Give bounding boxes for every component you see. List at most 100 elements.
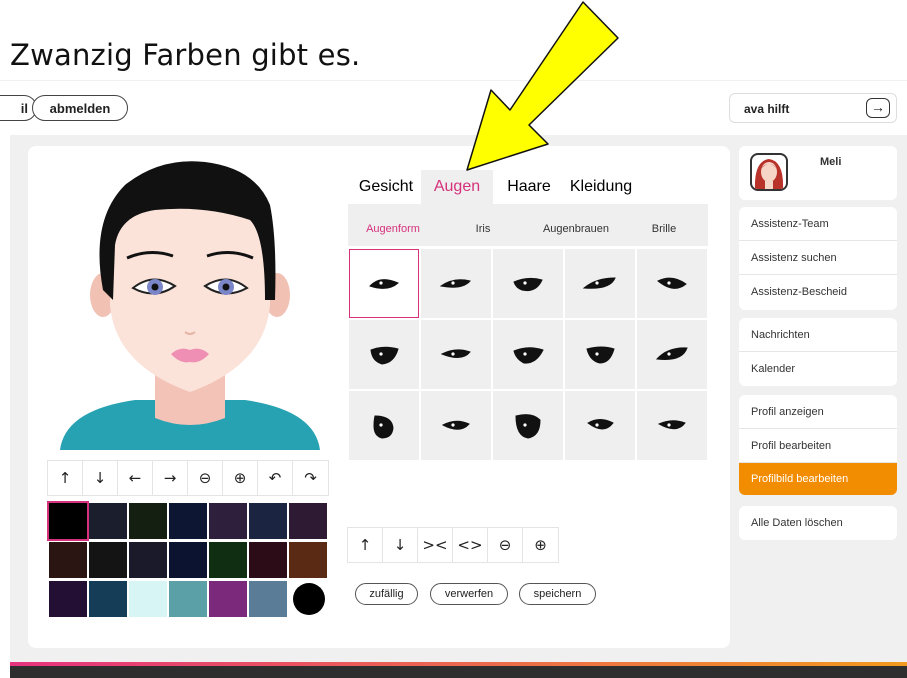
tab-gesicht[interactable]: Gesicht	[357, 170, 415, 204]
color-swatch[interactable]	[293, 583, 325, 615]
arrow-up-icon[interactable]: ↑	[48, 461, 83, 495]
eye-shape-icon	[513, 346, 544, 364]
random-button[interactable]: zufällig	[355, 583, 418, 605]
color-swatch[interactable]	[209, 503, 247, 539]
color-swatch[interactable]	[169, 542, 207, 578]
eye-shape-icon	[515, 413, 541, 439]
sidebar-item-assistenz-bescheid[interactable]: Assistenz-Bescheid	[739, 275, 897, 309]
arrow-right-icon[interactable]: →	[866, 98, 890, 118]
eye-shape-option[interactable]	[421, 249, 491, 318]
eye-shape-option[interactable]	[349, 391, 419, 460]
color-swatch[interactable]	[47, 501, 89, 541]
sidebar-item-alle-daten-loeschen[interactable]: Alle Daten löschen	[739, 506, 897, 540]
help-box[interactable]: ava hilft →	[729, 93, 897, 123]
color-swatch[interactable]	[129, 542, 167, 578]
user-card[interactable]: Meli	[739, 146, 897, 200]
tab-haare[interactable]: Haare	[505, 170, 553, 204]
zoom-out-icon[interactable]: ⊖	[488, 528, 523, 562]
zoom-in-icon[interactable]: ⊕	[223, 461, 258, 495]
eye-shape-option[interactable]	[637, 249, 707, 318]
widen-icon[interactable]: <>	[453, 528, 488, 562]
eye-shape-option[interactable]	[349, 249, 419, 318]
eye-shape-icon	[586, 346, 615, 364]
eye-shape-icon	[441, 420, 470, 430]
eye-shape-icon	[373, 414, 394, 439]
sidebar-item-kalender[interactable]: Kalender	[739, 352, 897, 386]
eye-shape-option[interactable]	[493, 249, 563, 318]
eye-shape-option[interactable]	[565, 391, 635, 460]
color-swatch[interactable]	[249, 581, 287, 617]
eye-shape-option[interactable]	[421, 391, 491, 460]
color-swatch[interactable]	[169, 581, 207, 617]
logout-label: abmelden	[49, 100, 111, 116]
color-swatch[interactable]	[289, 542, 327, 578]
tab-connector	[348, 204, 708, 212]
sidebar-group-communication: Nachrichten Kalender	[739, 318, 897, 386]
color-swatch[interactable]	[129, 503, 167, 539]
eye-shape-icon	[582, 276, 616, 289]
sidebar-item-assistenz-team[interactable]: Assistenz-Team	[739, 207, 897, 241]
undo-icon[interactable]: ↶	[258, 461, 293, 495]
color-swatch[interactable]	[249, 542, 287, 578]
eye-toolbar: ↑ ↓ >< <> ⊖ ⊕	[347, 527, 559, 563]
color-swatch[interactable]	[249, 503, 287, 539]
tab-augen[interactable]: Augen	[421, 170, 493, 204]
arrow-right-icon[interactable]: →	[153, 461, 188, 495]
arrow-down-icon[interactable]: ↓	[383, 528, 418, 562]
save-button[interactable]: speichern	[519, 583, 596, 605]
tab-kleidung[interactable]: Kleidung	[570, 170, 632, 204]
eye-shape-icon	[370, 346, 399, 365]
user-avatar-image	[754, 159, 784, 189]
color-swatch[interactable]	[209, 581, 247, 617]
color-swatch[interactable]	[49, 542, 87, 578]
color-swatch[interactable]	[129, 581, 167, 617]
arrow-left-icon[interactable]: ←	[118, 461, 153, 495]
subtab-iris[interactable]: Iris	[463, 212, 503, 246]
zoom-out-icon[interactable]: ⊖	[188, 461, 223, 495]
eye-shape-icon	[657, 419, 686, 429]
color-swatch[interactable]	[49, 581, 87, 617]
screen: { "caption": "Zwanzig Farben gibt es.", …	[0, 0, 907, 678]
eye-shape-option[interactable]	[565, 249, 635, 318]
sidebar-group-data: Alle Daten löschen	[739, 506, 897, 540]
sidebar-item-nachrichten[interactable]: Nachrichten	[739, 318, 897, 352]
annotation-arrow-icon	[466, 1, 619, 171]
subcategory-tabs: Augenform Iris Augenbrauen Brille	[348, 212, 708, 246]
color-swatch[interactable]	[89, 581, 127, 617]
eye-shape-option[interactable]	[637, 320, 707, 389]
avatar-toolbar: ↑ ↓ ← → ⊖ ⊕ ↶ ↷	[47, 460, 329, 496]
arrow-up-icon[interactable]: ↑	[348, 528, 383, 562]
eye-shape-option[interactable]	[493, 391, 563, 460]
arrow-down-icon[interactable]: ↓	[83, 461, 118, 495]
eye-shape-option[interactable]	[565, 320, 635, 389]
eye-shape-icon	[655, 346, 688, 360]
color-swatch[interactable]	[169, 503, 207, 539]
sidebar-item-assistenz-suchen[interactable]: Assistenz suchen	[739, 241, 897, 275]
eye-shape-icon	[369, 278, 399, 289]
color-swatch[interactable]	[209, 542, 247, 578]
color-swatch[interactable]	[89, 542, 127, 578]
eye-shape-option[interactable]	[493, 320, 563, 389]
logout-button[interactable]: abmelden	[32, 95, 128, 121]
avatar	[750, 153, 788, 191]
sidebar-item-profilbild-bearbeiten[interactable]: Profilbild bearbeiten	[739, 463, 897, 495]
user-name: Meli	[820, 156, 842, 168]
sidebar-item-profil-bearbeiten[interactable]: Profil bearbeiten	[739, 429, 897, 463]
subtab-brille[interactable]: Brille	[644, 212, 684, 246]
color-swatch[interactable]	[89, 503, 127, 539]
color-swatch[interactable]	[289, 503, 327, 539]
sidebar-item-profil-anzeigen[interactable]: Profil anzeigen	[739, 395, 897, 429]
redo-icon[interactable]: ↷	[293, 461, 328, 495]
subtab-augenform[interactable]: Augenform	[358, 212, 428, 246]
subtab-augenbrauen[interactable]: Augenbrauen	[538, 212, 614, 246]
discard-button[interactable]: verwerfen	[430, 583, 508, 605]
zoom-in-icon[interactable]: ⊕	[523, 528, 558, 562]
eye-shape-option[interactable]	[349, 320, 419, 389]
eye-shape-option[interactable]	[637, 391, 707, 460]
eye-shape-option[interactable]	[421, 320, 491, 389]
help-label: ava hilft	[744, 102, 790, 116]
eye-shape-icon	[657, 277, 687, 289]
eye-shape-icon	[440, 348, 471, 358]
narrow-icon[interactable]: ><	[418, 528, 453, 562]
eye-shape-icon	[513, 277, 543, 291]
